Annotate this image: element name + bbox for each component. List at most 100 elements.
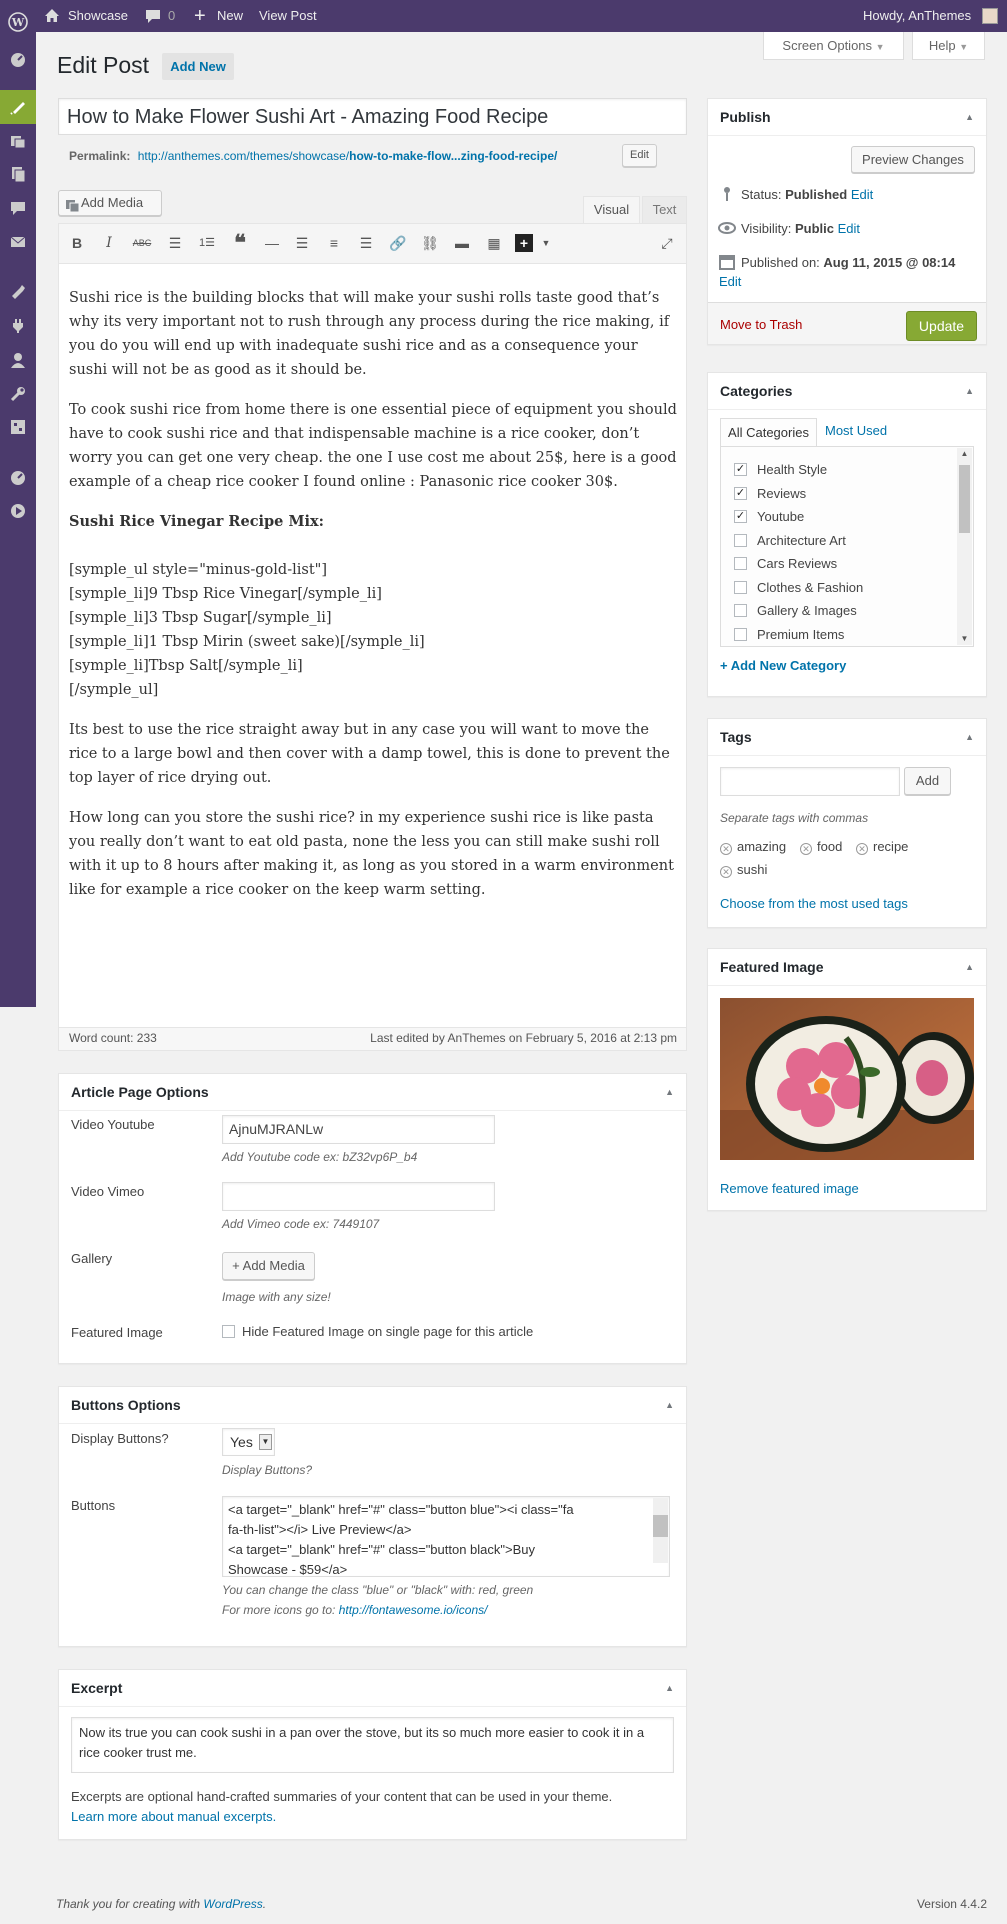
shortcode-plus-icon[interactable]: + (515, 234, 533, 252)
update-button[interactable]: Update (906, 311, 977, 341)
media-icon[interactable] (0, 124, 36, 158)
display-buttons-select[interactable]: Yes ▼ (222, 1428, 275, 1456)
bold-icon[interactable]: B (66, 232, 88, 254)
avatar[interactable] (982, 8, 998, 24)
category-checkbox[interactable] (734, 534, 747, 547)
new-link[interactable]: New (217, 0, 243, 32)
move-to-trash-link[interactable]: Move to Trash (720, 317, 802, 332)
tags-header[interactable]: Tags ▲ (708, 719, 986, 756)
checklist-scrollbar[interactable]: ▲ ▼ (957, 448, 972, 645)
users-icon[interactable] (0, 343, 36, 377)
excerpt-textarea[interactable]: Now its true you can cook sushi in a pan… (71, 1717, 674, 1773)
help-button[interactable]: Help ▼ (912, 32, 985, 60)
posts-icon[interactable] (0, 90, 36, 124)
comments-icon[interactable] (145, 0, 161, 32)
horizontal-line-icon[interactable]: — (261, 232, 283, 254)
insert-link-icon[interactable]: 🔗 (387, 232, 409, 254)
toolbar-toggle-icon[interactable]: ▦ (483, 232, 505, 254)
toggle-arrow-icon[interactable]: ▲ (965, 99, 974, 135)
published-edit-link[interactable]: Edit (719, 274, 741, 289)
fontawesome-link[interactable]: http://fontawesome.io/icons/ (339, 1603, 488, 1617)
video-youtube-input[interactable]: AjnuMJRANLw (222, 1115, 495, 1144)
excerpt-header[interactable]: Excerpt ▲ (59, 1670, 686, 1707)
category-checkbox[interactable]: ✓ (734, 510, 747, 523)
view-post-link[interactable]: View Post (259, 0, 317, 32)
plugins-icon[interactable] (0, 309, 36, 343)
learn-more-link[interactable]: Learn more about manual excerpts. (71, 1809, 276, 1824)
fullscreen-icon[interactable]: ⤢ (656, 232, 678, 254)
category-checkbox[interactable] (734, 628, 747, 641)
screen-options-button[interactable]: Screen Options ▼ (763, 32, 904, 60)
align-right-icon[interactable]: ☰ (355, 232, 377, 254)
chevron-down-icon[interactable]: ▼ (535, 232, 557, 254)
editor-content[interactable]: Sushi rice is the building blocks that w… (69, 286, 678, 902)
category-checkbox[interactable] (734, 604, 747, 617)
add-tag-button[interactable]: Add (904, 767, 951, 795)
tab-all-categories[interactable]: All Categories (720, 418, 817, 447)
mail-icon[interactable] (0, 225, 36, 259)
toggle-arrow-icon[interactable]: ▲ (665, 1670, 674, 1706)
tags-input[interactable] (720, 767, 900, 796)
align-center-icon[interactable]: ≡ (323, 232, 345, 254)
italic-icon[interactable]: I (98, 232, 120, 254)
toggle-arrow-icon[interactable]: ▲ (965, 719, 974, 755)
plus-icon[interactable]: + (194, 0, 206, 32)
home-icon[interactable] (44, 0, 60, 32)
category-checkbox[interactable]: ✓ (734, 463, 747, 476)
toggle-arrow-icon[interactable]: ▲ (965, 373, 974, 409)
status-edit-link[interactable]: Edit (851, 187, 873, 202)
settings-icon[interactable] (0, 410, 36, 444)
wordpress-link[interactable]: WordPress (203, 1897, 262, 1911)
hide-featured-checkbox[interactable] (222, 1325, 235, 1338)
dashboard-icon[interactable] (0, 42, 36, 76)
buttons-options-header[interactable]: Buttons Options ▲ (59, 1387, 686, 1424)
category-checkbox[interactable] (734, 581, 747, 594)
remove-tag-icon[interactable]: ✕ (800, 843, 812, 855)
read-more-icon[interactable]: ▬ (451, 232, 473, 254)
article-options-header[interactable]: Article Page Options ▲ (59, 1074, 686, 1111)
gallery-add-media-button[interactable]: + Add Media (222, 1252, 315, 1280)
categories-header[interactable]: Categories ▲ (708, 373, 986, 410)
featured-image-header[interactable]: Featured Image ▲ (708, 949, 986, 986)
visibility-edit-link[interactable]: Edit (838, 221, 860, 236)
buttons-code-textarea[interactable]: <a target="_blank" href="#" class="butto… (222, 1496, 670, 1577)
howdy-user[interactable]: Howdy, AnThemes (863, 0, 971, 32)
theme-dashboard-icon[interactable] (0, 460, 36, 494)
remove-featured-image-link[interactable]: Remove featured image (720, 1181, 859, 1196)
strikethrough-icon[interactable]: ABC (131, 232, 153, 254)
blockquote-icon[interactable]: ❝ (229, 232, 251, 254)
comments-count[interactable]: 0 (168, 0, 175, 32)
textarea-scrollbar[interactable] (653, 1498, 668, 1563)
remove-tag-icon[interactable]: ✕ (720, 866, 732, 878)
post-title-input[interactable]: How to Make Flower Sushi Art - Amazing F… (58, 98, 687, 135)
toggle-arrow-icon[interactable]: ▲ (965, 949, 974, 985)
permalink-edit-button[interactable]: Edit (622, 144, 657, 167)
tab-text[interactable]: Text (642, 196, 687, 224)
video-vimeo-input[interactable] (222, 1182, 495, 1211)
featured-image-thumbnail[interactable] (720, 998, 974, 1160)
align-left-icon[interactable]: ☰ (291, 232, 313, 254)
category-checkbox[interactable]: ✓ (734, 487, 747, 500)
toggle-arrow-icon[interactable]: ▲ (665, 1074, 674, 1110)
tab-most-used[interactable]: Most Used (825, 423, 887, 438)
bullet-list-icon[interactable]: ☰ (164, 232, 186, 254)
add-media-button[interactable]: Add Media (58, 190, 162, 216)
add-new-post-button[interactable]: Add New (162, 53, 234, 80)
toggle-arrow-icon[interactable]: ▲ (665, 1387, 674, 1423)
choose-most-used-tags-link[interactable]: Choose from the most used tags (720, 896, 908, 911)
wordpress-logo-icon[interactable]: W (8, 0, 28, 32)
pages-icon[interactable] (0, 157, 36, 191)
appearance-icon[interactable] (0, 275, 36, 309)
remove-link-icon[interactable]: ⛓ (419, 232, 441, 254)
comments-menu-icon[interactable] (0, 191, 36, 225)
play-circle-icon[interactable] (0, 494, 36, 528)
add-new-category-link[interactable]: + Add New Category (720, 658, 846, 673)
preview-changes-button[interactable]: Preview Changes (851, 146, 975, 173)
publish-header[interactable]: Publish ▲ (708, 99, 986, 136)
tools-icon[interactable] (0, 377, 36, 411)
category-checkbox[interactable] (734, 557, 747, 570)
permalink-link[interactable]: http://anthemes.com/themes/showcase/how-… (138, 149, 558, 163)
numbered-list-icon[interactable]: 1☰ (196, 232, 218, 254)
tab-visual[interactable]: Visual (583, 196, 640, 224)
site-name-link[interactable]: Showcase (68, 0, 128, 32)
